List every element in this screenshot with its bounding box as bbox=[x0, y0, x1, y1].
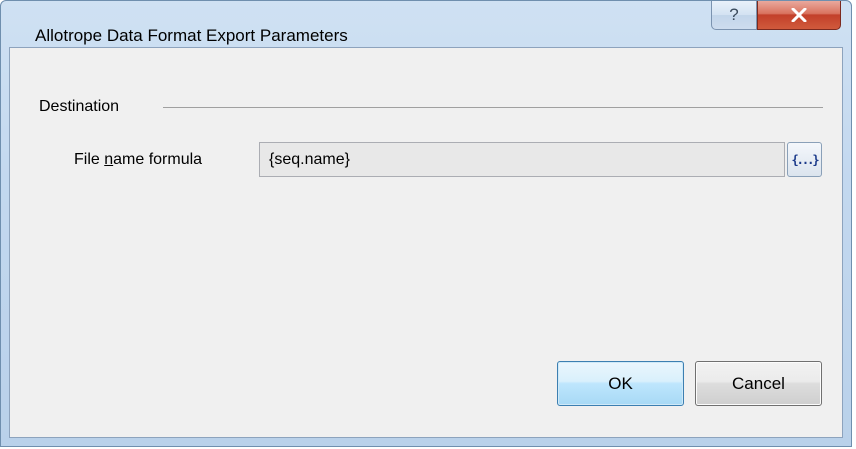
label-prefix: File bbox=[74, 151, 105, 168]
help-button[interactable]: ? bbox=[711, 1, 757, 30]
braces-icon: {...} bbox=[791, 152, 819, 167]
destination-group-label: Destination bbox=[39, 97, 126, 117]
file-name-formula-input[interactable]: {seq.name} bbox=[259, 142, 785, 177]
label-suffix: ame formula bbox=[113, 151, 203, 168]
close-button[interactable] bbox=[757, 1, 841, 30]
help-icon: ? bbox=[729, 5, 739, 24]
label-mnemonic: n bbox=[104, 151, 114, 168]
file-name-formula-label: File name formula bbox=[74, 150, 202, 170]
cancel-button[interactable]: Cancel bbox=[695, 361, 822, 406]
window-title: Allotrope Data Format Export Parameters bbox=[35, 26, 348, 45]
formula-editor-button[interactable]: {...} bbox=[787, 142, 822, 177]
group-divider bbox=[163, 107, 823, 108]
ok-button[interactable]: OK bbox=[557, 361, 684, 406]
close-icon bbox=[791, 8, 807, 22]
